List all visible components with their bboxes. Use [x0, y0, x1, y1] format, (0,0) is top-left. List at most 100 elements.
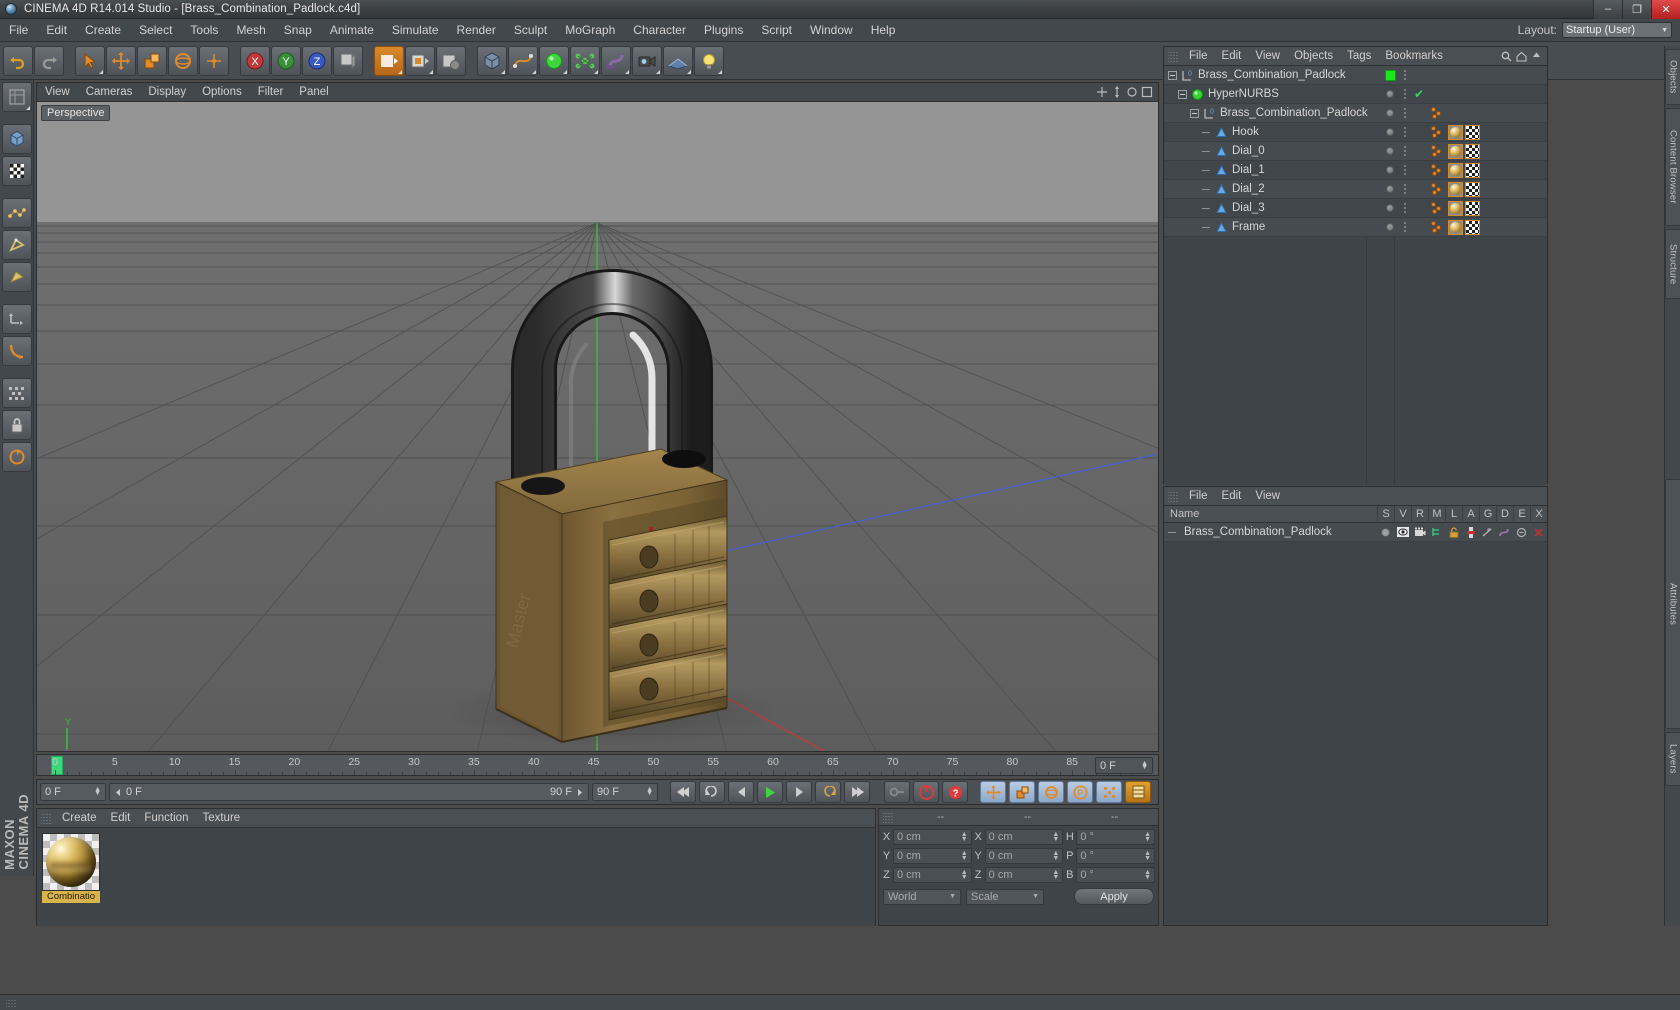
column-e[interactable]: E	[1513, 505, 1530, 523]
column-l[interactable]: L	[1445, 505, 1462, 523]
expander-icon[interactable]	[1168, 70, 1177, 80]
objmgr-menu-bookmarks[interactable]: Bookmarks	[1378, 47, 1450, 66]
viewport-menu-view[interactable]: View	[37, 83, 78, 102]
object-axis-mode-button[interactable]	[1, 304, 32, 334]
layer-manager-cell[interactable]	[1428, 527, 1445, 537]
points-mode-button[interactable]	[1, 198, 32, 228]
layermgr-menu-edit[interactable]: Edit	[1215, 487, 1249, 506]
layer-lock-cell[interactable]	[1445, 526, 1462, 538]
minimize-button[interactable]: ‒	[1593, 0, 1622, 19]
menu-simulate[interactable]: Simulate	[383, 19, 448, 42]
coord-field-pos-x[interactable]: 0 cm ▲ ▼	[893, 829, 972, 845]
column-x[interactable]: X	[1530, 505, 1547, 523]
layer-animation-cell[interactable]	[1462, 526, 1479, 538]
object-row-hook[interactable]: Hook	[1164, 123, 1547, 142]
enable-axis-button[interactable]	[1, 336, 32, 366]
add-floor-button[interactable]	[663, 45, 693, 76]
coord-field-size-x[interactable]: 0 cm ▲ ▼	[984, 829, 1064, 845]
lock-x-button[interactable]: X	[240, 45, 270, 76]
material-tag-icon[interactable]	[1448, 124, 1463, 140]
visibility-dot[interactable]	[1386, 223, 1394, 231]
menu-sculpt[interactable]: Sculpt	[505, 19, 556, 42]
objmgr-menu-objects[interactable]: Objects	[1287, 47, 1340, 66]
go-to-end-button[interactable]	[844, 781, 870, 803]
viewport-scale-icon[interactable]	[1111, 86, 1123, 98]
step-back-button[interactable]	[728, 781, 754, 803]
layer-render-cell[interactable]	[1411, 527, 1428, 537]
menu-create[interactable]: Create	[76, 19, 130, 42]
timeline-ruler[interactable]: 051015202530354045505560657075808590	[36, 754, 1159, 776]
menu-animate[interactable]: Animate	[321, 19, 383, 42]
panel-grip-icon[interactable]	[883, 811, 893, 823]
coord-field-rot-b[interactable]: 0 ° ▲ ▼	[1076, 867, 1156, 883]
visibility-dot[interactable]	[1386, 90, 1394, 98]
menu-mesh[interactable]: Mesh	[227, 19, 274, 42]
menu-file[interactable]: File	[0, 19, 37, 42]
menu-plugins[interactable]: Plugins	[695, 19, 752, 42]
visibility-dots-icon[interactable]	[1399, 165, 1411, 175]
matmgr-menu-texture[interactable]: Texture	[195, 809, 247, 828]
visibility-dot[interactable]	[1386, 185, 1394, 193]
dock-tab-content-browser[interactable]: Content Browser	[1665, 108, 1680, 226]
object-row-frame[interactable]: Frame	[1164, 218, 1547, 237]
pla-key-button[interactable]: P	[1067, 781, 1093, 803]
viewport-menu-panel[interactable]: Panel	[291, 83, 336, 102]
workplane-button[interactable]	[1, 378, 32, 408]
search-icon[interactable]	[1501, 51, 1512, 62]
visibility-dots-icon[interactable]	[1399, 222, 1411, 232]
play-backwards-loop-button[interactable]	[699, 781, 725, 803]
matmgr-menu-edit[interactable]: Edit	[104, 809, 138, 828]
material-tag-icon[interactable]	[1448, 162, 1463, 178]
play-button[interactable]	[757, 781, 783, 803]
column-g[interactable]: G	[1479, 505, 1496, 523]
model-mode-button[interactable]	[1, 124, 32, 154]
render-settings-button[interactable]	[436, 45, 466, 76]
start-frame-field[interactable]: 0 F ▲ ▼	[40, 783, 106, 801]
beads-tag-icon[interactable]	[1431, 144, 1446, 158]
dock-tab-attributes[interactable]: Attributes	[1665, 479, 1680, 729]
coord-field-size-y[interactable]: 0 cm ▲ ▼	[984, 848, 1064, 864]
panel-grip-icon[interactable]	[1168, 490, 1178, 502]
objmgr-menu-edit[interactable]: Edit	[1215, 47, 1249, 66]
layer-visible-cell[interactable]	[1394, 527, 1411, 537]
menu-script[interactable]: Script	[752, 19, 801, 42]
layer-deformer-cell[interactable]	[1496, 527, 1513, 538]
uvw-tag-icon[interactable]	[1465, 162, 1480, 178]
current-frame-field[interactable]: 0 F ▲ ▼	[1095, 757, 1153, 774]
enable-check[interactable]: ✔	[1411, 87, 1427, 101]
maximize-button[interactable]: ❐	[1622, 0, 1651, 19]
coord-field-rot-h[interactable]: 0 ° ▲ ▼	[1076, 829, 1156, 845]
add-cube-button[interactable]	[477, 45, 507, 76]
uvw-tag-icon[interactable]	[1465, 219, 1480, 235]
object-row-brass-combination-padlock-child[interactable]: 0 Brass_Combination_Padlock	[1164, 104, 1547, 123]
coord-field-rot-p[interactable]: 0 ° ▲ ▼	[1076, 848, 1156, 864]
close-button[interactable]: ✕	[1651, 0, 1680, 19]
menu-character[interactable]: Character	[624, 19, 695, 42]
layermgr-menu-view[interactable]: View	[1248, 487, 1287, 506]
layer-generator-cell[interactable]	[1479, 527, 1496, 538]
keyframe-selection-button[interactable]: ?	[942, 781, 968, 803]
add-deformer-button[interactable]	[601, 45, 631, 76]
objmgr-menu-file[interactable]: File	[1182, 47, 1215, 66]
column-s[interactable]: S	[1377, 505, 1394, 523]
visibility-dots-icon[interactable]	[1399, 89, 1411, 99]
position-key-button[interactable]	[980, 781, 1006, 803]
spinner-icon[interactable]: ▲ ▼	[646, 786, 653, 797]
texture-mode-button[interactable]	[1, 156, 32, 186]
coord-field-pos-y[interactable]: 0 cm ▲ ▼	[893, 848, 972, 864]
dock-tab-layers[interactable]: Layers	[1665, 732, 1680, 786]
coord-field-pos-z[interactable]: 0 cm ▲ ▼	[893, 867, 972, 883]
viewport-menu-options[interactable]: Options	[194, 83, 250, 102]
edges-mode-button[interactable]	[1, 230, 32, 260]
spinner-icon[interactable]: ▲ ▼	[1141, 760, 1148, 771]
add-nurbs-button[interactable]	[539, 45, 569, 76]
objmgr-menu-view[interactable]: View	[1248, 47, 1287, 66]
lock-workplane-button[interactable]	[1, 410, 32, 440]
lock-z-button[interactable]: Z	[302, 45, 332, 76]
dock-tab-structure[interactable]: Structure	[1665, 229, 1680, 299]
object-row-dial-0[interactable]: Dial_0	[1164, 142, 1547, 161]
visibility-dots-icon[interactable]	[1399, 70, 1411, 80]
uvw-tag-icon[interactable]	[1465, 200, 1480, 216]
visibility-dots-icon[interactable]	[1399, 127, 1411, 137]
beads-tag-icon[interactable]	[1431, 163, 1446, 177]
